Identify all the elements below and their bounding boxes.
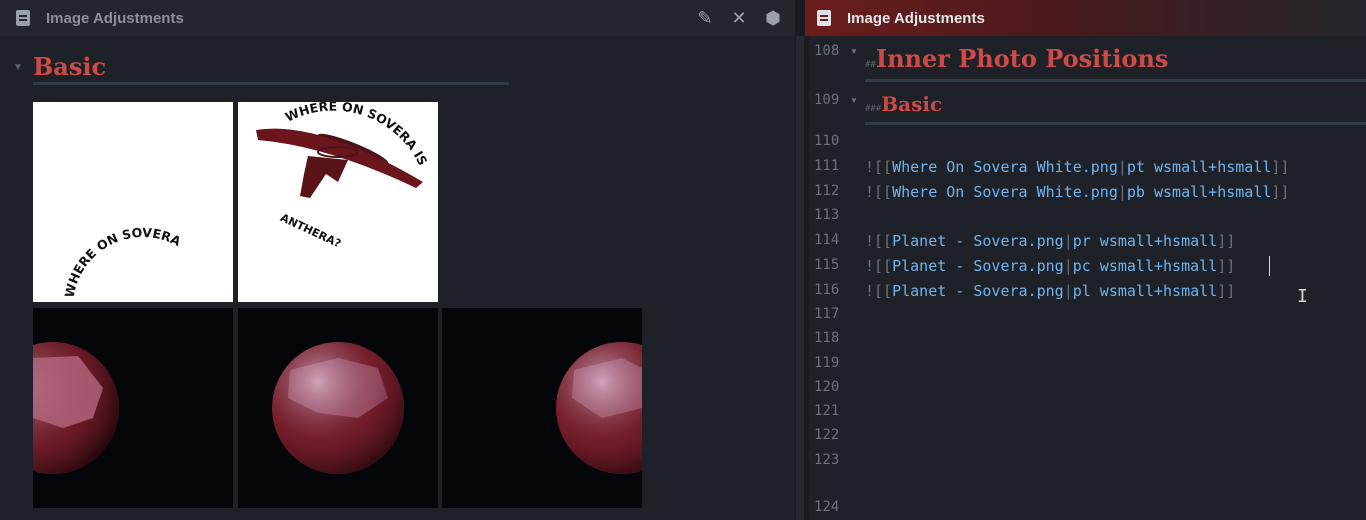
editor-line-118[interactable]: 118 bbox=[805, 327, 1366, 351]
heading-hashes: ## bbox=[865, 60, 876, 70]
svg-text:WHERE ON SOVERA: WHERE ON SOVERA bbox=[62, 225, 184, 299]
image-where-on-sovera-pt: WHERE ON SOVERA bbox=[33, 102, 233, 302]
where-on-sovera-top-crop-svg: WHERE ON SOVERA IS ANTHERA? bbox=[256, 102, 431, 250]
editor-line-113[interactable]: 113 bbox=[805, 204, 1366, 228]
heading-hashes: ### bbox=[865, 104, 882, 114]
line-number: 114 bbox=[814, 232, 840, 248]
editor-line-116[interactable]: 116 ![[Planet - Sovera.png|pl wsmall+hsm… bbox=[805, 279, 1366, 303]
app-window: Image Adjustments ✎ ✕ ⬢ ▼ Basic WHERE ON… bbox=[0, 0, 1366, 520]
line-number: 115 bbox=[814, 257, 840, 273]
heading-divider bbox=[33, 82, 509, 85]
where-on-sovera-bottom-crop-svg: WHERE ON SOVERA bbox=[62, 225, 184, 299]
planet-left-crop-svg bbox=[556, 342, 642, 474]
line-number: 109 bbox=[814, 92, 840, 108]
editor-line-108[interactable]: 108 ▼ ##Inner Photo Positions bbox=[805, 40, 1366, 73]
editor-line-110[interactable]: 110 bbox=[805, 130, 1366, 154]
planet-center-crop-svg bbox=[272, 342, 404, 474]
embed-target: Planet - Sovera.png bbox=[892, 257, 1064, 275]
line-number: 108 bbox=[814, 43, 840, 59]
line-number: 116 bbox=[814, 282, 840, 298]
embed-link[interactable]: ![[Where On Sovera White.png|pb wsmall+h… bbox=[865, 183, 1289, 201]
editor-line-124[interactable]: 124 bbox=[805, 496, 1366, 520]
embed-target: Planet - Sovera.png bbox=[892, 232, 1064, 250]
embed-link[interactable]: ![[Planet - Sovera.png|pc wsmall+hsmall]… bbox=[865, 257, 1235, 275]
embed-link[interactable]: ![[Where On Sovera White.png|pt wsmall+h… bbox=[865, 158, 1289, 176]
editor-line-109[interactable]: 109 ▼ ###Basic bbox=[805, 89, 1366, 116]
heading-h3-code: ###Basic bbox=[865, 92, 942, 116]
line-number: 111 bbox=[814, 158, 840, 174]
embed-target: Planet - Sovera.png bbox=[892, 282, 1064, 300]
editor-line-121[interactable]: 121 bbox=[805, 400, 1366, 424]
embed-link[interactable]: ![[Planet - Sovera.png|pl wsmall+hsmall]… bbox=[865, 282, 1235, 300]
image-planet-pc bbox=[238, 308, 438, 508]
h2-underline bbox=[865, 79, 1366, 82]
line-number: 118 bbox=[814, 330, 840, 346]
line-number: 120 bbox=[814, 379, 840, 395]
editor-line-119[interactable]: 119 bbox=[805, 352, 1366, 376]
right-tab-title: Image Adjustments bbox=[847, 9, 985, 27]
editor-line-123[interactable]: 123 bbox=[805, 449, 1366, 473]
image-where-on-sovera-pb: WHERE ON SOVERA IS ANTHERA? bbox=[238, 102, 438, 302]
tab-actions: ✎ ✕ ⬢ bbox=[695, 8, 783, 28]
editor-line-115[interactable]: 115 ![[Planet - Sovera.png|pc wsmall+hsm… bbox=[805, 254, 1366, 278]
embed-target: Where On Sovera White.png bbox=[892, 158, 1118, 176]
left-tab-header[interactable]: Image Adjustments ✎ ✕ ⬢ bbox=[0, 0, 795, 36]
embed-params: pc wsmall+hsmall bbox=[1072, 257, 1218, 275]
editor-line-114[interactable]: 114 ![[Planet - Sovera.png|pr wsmall+hsm… bbox=[805, 229, 1366, 253]
heading-h2-code: ##Inner Photo Positions bbox=[865, 44, 1168, 73]
line-number: 113 bbox=[814, 207, 840, 223]
line-number: 122 bbox=[814, 427, 840, 443]
h3-underline bbox=[865, 122, 1366, 125]
line-number: 117 bbox=[814, 306, 840, 322]
planet-right-crop-svg bbox=[33, 342, 119, 474]
heading-h2-text: Inner Photo Positions bbox=[875, 44, 1169, 73]
embed-target: Where On Sovera White.png bbox=[892, 183, 1118, 201]
left-tab-title: Image Adjustments bbox=[46, 9, 184, 27]
left-scrollbar-thumb[interactable] bbox=[796, 36, 804, 520]
gear-icon[interactable]: ⬢ bbox=[763, 8, 783, 28]
preview-heading-text: Basic bbox=[33, 52, 107, 81]
line-number: 124 bbox=[814, 499, 840, 515]
embed-params: pl wsmall+hsmall bbox=[1072, 282, 1218, 300]
embed-params: pt wsmall+hsmall bbox=[1126, 158, 1272, 176]
pencil-icon[interactable]: ✎ bbox=[695, 8, 715, 28]
file-text-icon bbox=[16, 10, 30, 26]
heading-h3-text: Basic bbox=[881, 92, 943, 116]
embed-link[interactable]: ![[Planet - Sovera.png|pr wsmall+hsmall]… bbox=[865, 232, 1235, 250]
line-number: 121 bbox=[814, 403, 840, 419]
editor-line-120[interactable]: 120 bbox=[805, 376, 1366, 400]
reading-pane: Image Adjustments ✎ ✕ ⬢ ▼ Basic WHERE ON… bbox=[0, 0, 795, 520]
editor-line-117[interactable]: 117 bbox=[805, 303, 1366, 327]
fold-chevron-icon[interactable]: ▼ bbox=[850, 47, 858, 56]
image-planet-pl bbox=[442, 308, 642, 508]
editor-line-111[interactable]: 111 ![[Where On Sovera White.png|pt wsma… bbox=[805, 155, 1366, 179]
editor-line-112[interactable]: 112 ![[Where On Sovera White.png|pb wsma… bbox=[805, 180, 1366, 204]
preview-heading-basic: ▼ Basic bbox=[0, 50, 510, 84]
file-text-icon bbox=[817, 10, 831, 26]
collapse-chevron-icon[interactable]: ▼ bbox=[13, 62, 23, 73]
line-number: 119 bbox=[814, 355, 840, 371]
embed-params: pr wsmall+hsmall bbox=[1072, 232, 1218, 250]
line-number: 112 bbox=[814, 183, 840, 199]
line-number: 123 bbox=[814, 452, 840, 468]
text-caret bbox=[1269, 256, 1270, 276]
image-planet-pr bbox=[33, 308, 233, 508]
fold-chevron-icon[interactable]: ▼ bbox=[850, 96, 858, 105]
svg-text:ANTHERA?: ANTHERA? bbox=[278, 211, 343, 250]
editor-line-122[interactable]: 122 bbox=[805, 424, 1366, 448]
right-tab-header[interactable]: Image Adjustments bbox=[805, 0, 1366, 36]
left-scrollbar[interactable] bbox=[795, 0, 805, 520]
editor-pane: Image Adjustments 108 ▼ ##Inner Photo Po… bbox=[805, 0, 1366, 520]
embed-params: pb wsmall+hsmall bbox=[1126, 183, 1272, 201]
line-number: 110 bbox=[814, 133, 840, 149]
close-icon[interactable]: ✕ bbox=[729, 8, 749, 28]
